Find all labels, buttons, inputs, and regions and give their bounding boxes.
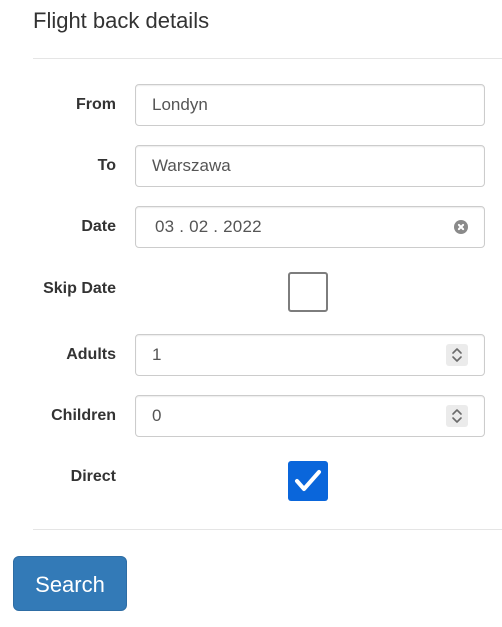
to-label: To <box>97 157 116 174</box>
adults-number-input[interactable]: 1 <box>135 334 485 376</box>
from-row: From Londyn <box>0 84 502 126</box>
children-row: Children 0 <box>0 395 502 437</box>
direct-row: Direct <box>0 456 502 501</box>
adults-label: Adults <box>66 346 116 363</box>
skip-date-label: Skip Date <box>43 280 116 297</box>
up-down-chevron-icon[interactable] <box>446 344 468 366</box>
children-label: Children <box>51 407 116 424</box>
date-label: Date <box>81 218 116 235</box>
flight-back-details-panel: Flight back details From Londyn To Warsz… <box>0 0 502 627</box>
to-row: To Warszawa <box>0 145 502 187</box>
date-input-value: 03 . 02 . 2022 <box>155 217 262 236</box>
skip-date-checkbox[interactable] <box>288 272 328 312</box>
direct-label: Direct <box>70 468 116 485</box>
clear-circle-icon[interactable] <box>454 220 468 234</box>
date-row: Date 03 . 02 . 2022 <box>0 206 502 248</box>
direct-checkbox[interactable] <box>288 461 328 501</box>
children-input-value: 0 <box>152 406 162 425</box>
section-title: Flight back details <box>33 8 210 33</box>
adults-input-value: 1 <box>152 345 162 364</box>
from-label: From <box>76 96 116 113</box>
up-down-chevron-icon[interactable] <box>446 405 468 427</box>
to-input-value: Warszawa <box>152 156 231 175</box>
search-button[interactable]: Search <box>13 556 127 611</box>
adults-row: Adults 1 <box>0 334 502 376</box>
top-divider <box>33 58 502 59</box>
from-input-value: Londyn <box>152 95 208 114</box>
children-number-input[interactable]: 0 <box>135 395 485 437</box>
from-input[interactable]: Londyn <box>135 84 485 126</box>
checkmark-icon <box>295 470 321 491</box>
date-input[interactable]: 03 . 02 . 2022 <box>135 206 485 248</box>
bottom-divider <box>33 529 502 530</box>
skip-date-row: Skip Date <box>0 271 502 313</box>
to-input[interactable]: Warszawa <box>135 145 485 187</box>
